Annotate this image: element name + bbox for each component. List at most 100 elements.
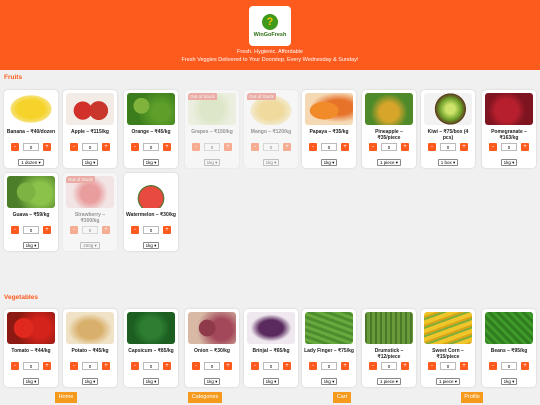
quantity-input[interactable]: 0 (501, 362, 517, 370)
decrement-button[interactable]: - (192, 143, 200, 151)
decrement-button[interactable]: - (251, 362, 259, 370)
increment-button[interactable]: + (43, 226, 51, 234)
unit-select[interactable]: 1 dozen ▾ (18, 159, 44, 166)
decrement-button[interactable]: - (11, 362, 19, 370)
unit-select[interactable]: 1kg ▾ (22, 378, 40, 385)
nav-categories-button[interactable]: Categories (188, 392, 222, 403)
quantity-stepper: -0 + (124, 362, 178, 370)
increment-button[interactable]: + (341, 143, 349, 151)
increment-button[interactable]: + (401, 143, 409, 151)
decrement-button[interactable]: - (131, 226, 139, 234)
quantity-input[interactable]: 0 (204, 362, 220, 370)
increment-button[interactable]: + (163, 226, 171, 234)
unit-select[interactable]: 1 piece ▾ (376, 378, 402, 385)
quantity-stepper: -0 + (482, 362, 536, 370)
decrement-button[interactable]: - (131, 362, 139, 370)
increment-button[interactable]: + (401, 362, 409, 370)
unit-select[interactable]: 1 box ▾ (437, 159, 459, 166)
quantity-input[interactable]: 0 (263, 143, 279, 151)
decrement-button[interactable]: - (251, 143, 259, 151)
quantity-input[interactable]: 0 (82, 143, 98, 151)
increment-button[interactable]: + (224, 143, 232, 151)
quantity-input[interactable]: 0 (321, 143, 337, 151)
quantity-input[interactable]: 0 (440, 362, 456, 370)
decrement-button[interactable]: - (489, 362, 497, 370)
brand-logo[interactable]: ? WinGoFresh (249, 6, 291, 46)
quantity-input[interactable]: 0 (143, 143, 159, 151)
quantity-input[interactable]: 0 (381, 143, 397, 151)
increment-button[interactable]: + (521, 362, 529, 370)
quantity-input[interactable]: 0 (82, 362, 98, 370)
decrement-button[interactable]: - (489, 143, 497, 151)
increment-button[interactable]: + (102, 362, 110, 370)
unit-select[interactable]: 1 piece ▾ (376, 159, 402, 166)
nav-profile-button[interactable]: Profile (461, 392, 483, 403)
increment-button[interactable]: + (521, 143, 529, 151)
unit-select[interactable]: 1kg ▾ (320, 159, 338, 166)
unit-select[interactable]: 1kg ▾ (203, 378, 221, 385)
product-card: Out of Stock Mango – ₹120/kg -0 +1kg ▾ (244, 90, 298, 168)
onion-image (188, 312, 236, 344)
decrement-button[interactable]: - (428, 143, 436, 151)
quantity-input[interactable]: 0 (381, 362, 397, 370)
quantity-input[interactable]: 0 (501, 143, 517, 151)
decrement-button[interactable]: - (369, 143, 377, 151)
unit-select[interactable]: 1kg ▾ (142, 378, 160, 385)
increment-button[interactable]: + (224, 362, 232, 370)
decrement-button[interactable]: - (70, 226, 78, 234)
decrement-button[interactable]: - (70, 143, 78, 151)
nav-home-button[interactable]: Home (55, 392, 77, 403)
unit-select[interactable]: 1kg ▾ (142, 242, 160, 249)
unit-select[interactable]: 1kg ▾ (500, 378, 518, 385)
quantity-input[interactable]: 0 (23, 362, 39, 370)
decrement-button[interactable]: - (11, 226, 19, 234)
quantity-input[interactable]: 0 (82, 226, 98, 234)
quantity-input[interactable]: 0 (23, 143, 39, 151)
quantity-input[interactable]: 0 (321, 362, 337, 370)
increment-button[interactable]: + (43, 143, 51, 151)
quantity-input[interactable]: 0 (204, 143, 220, 151)
unit-select[interactable]: 1kg ▾ (142, 159, 160, 166)
unit-select[interactable]: 1kg ▾ (203, 159, 221, 166)
unit-select[interactable]: 1kg ▾ (262, 378, 280, 385)
unit-select[interactable]: 1kg ▾ (320, 378, 338, 385)
unit-select[interactable]: 250g ▾ (80, 242, 100, 249)
increment-button[interactable]: + (283, 143, 291, 151)
papaya-image (305, 93, 353, 125)
increment-button[interactable]: + (460, 143, 468, 151)
decrement-button[interactable]: - (309, 362, 317, 370)
quantity-input[interactable]: 0 (143, 226, 159, 234)
decrement-button[interactable]: - (131, 143, 139, 151)
increment-button[interactable]: + (460, 362, 468, 370)
unit-select[interactable]: 1kg ▾ (81, 159, 99, 166)
unit-select[interactable]: 1kg ▾ (262, 159, 280, 166)
increment-button[interactable]: + (163, 143, 171, 151)
decrement-button[interactable]: - (309, 143, 317, 151)
increment-button[interactable]: + (102, 226, 110, 234)
increment-button[interactable]: + (283, 362, 291, 370)
chevron-down-icon: ▾ (152, 379, 157, 384)
chevron-down-icon: ▾ (453, 379, 458, 384)
unit-select[interactable]: 1 piece ▾ (435, 378, 461, 385)
quantity-input[interactable]: 0 (23, 226, 39, 234)
quantity-input[interactable]: 0 (143, 362, 159, 370)
increment-button[interactable]: + (43, 362, 51, 370)
quantity-stepper: -0 + (421, 143, 475, 151)
decrement-button[interactable]: - (70, 362, 78, 370)
product-card: Apple – ₹115/kg -0 +1kg ▾ (63, 90, 117, 168)
unit-select[interactable]: 1kg ▾ (500, 159, 518, 166)
unit-select[interactable]: 1kg ▾ (81, 378, 99, 385)
decrement-button[interactable]: - (192, 362, 200, 370)
increment-button[interactable]: + (163, 362, 171, 370)
decrement-button[interactable]: - (11, 143, 19, 151)
nav-cart-button[interactable]: Cart (333, 392, 351, 403)
quantity-input[interactable]: 0 (263, 362, 279, 370)
decrement-button[interactable]: - (369, 362, 377, 370)
unit-select[interactable]: 1kg ▾ (22, 242, 40, 249)
tagline-primary: Fresh. Hygienic. Affordable (237, 49, 303, 55)
product-card: Out of Stock Grapes – ₹150/kg -0 +1kg ▾ (185, 90, 239, 168)
increment-button[interactable]: + (341, 362, 349, 370)
quantity-input[interactable]: 0 (440, 143, 456, 151)
decrement-button[interactable]: - (428, 362, 436, 370)
increment-button[interactable]: + (102, 143, 110, 151)
